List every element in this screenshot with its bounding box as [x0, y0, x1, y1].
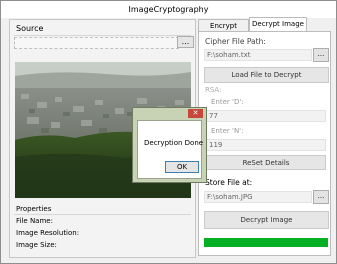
cipher-browse-button[interactable]: ...: [313, 48, 329, 62]
cipher-file-path-label: Cipher File Path:: [205, 37, 266, 46]
dialog-close-button[interactable]: ✕: [188, 109, 203, 118]
app-window: ImageCryptography Source ... Properties …: [0, 0, 337, 264]
reset-details-button[interactable]: ReSet Details: [206, 155, 326, 170]
store-browse-button[interactable]: ...: [313, 190, 329, 204]
tab-decrypt-image[interactable]: Decrypt Image: [249, 17, 307, 31]
source-divider: [14, 35, 191, 36]
enter-n-label: Enter 'N':: [211, 127, 244, 135]
dialog-body: Decryption Done OK: [137, 120, 204, 179]
properties-divider: [14, 214, 191, 215]
decrypt-image-button[interactable]: Decrypt Image: [204, 211, 329, 229]
window-title: ImageCryptography: [128, 5, 209, 14]
decrypt-progress-bar: [204, 238, 328, 247]
source-browse-button[interactable]: ...: [177, 36, 194, 48]
dialog-ok-button[interactable]: OK: [165, 161, 199, 173]
enter-d-label: Enter 'D':: [211, 98, 244, 106]
d-value-input[interactable]: 77: [206, 110, 326, 122]
source-path-input[interactable]: [14, 37, 179, 49]
n-value-input[interactable]: 119: [206, 139, 326, 151]
properties-title: Properties: [16, 205, 52, 213]
store-file-input[interactable]: F:\soham.JPG: [204, 191, 312, 203]
file-name-label: File Name:: [16, 217, 53, 225]
title-bar[interactable]: ImageCryptography: [1, 1, 336, 18]
store-file-label: Store File at:: [205, 178, 253, 187]
image-resolution-label: Image Resolution:: [16, 229, 80, 237]
source-label: Source: [16, 24, 44, 33]
cipher-file-path-input[interactable]: F:\soham.txt: [204, 49, 312, 61]
load-file-button[interactable]: Load File to Decrypt: [204, 67, 329, 83]
tab-encrypt-image[interactable]: Encrypt Image: [198, 19, 249, 43]
close-icon: ✕: [192, 109, 199, 117]
image-size-label: Image Size:: [16, 241, 57, 249]
dialog-message: Decryption Done: [144, 139, 204, 147]
rsa-label: RSA:: [205, 86, 222, 94]
message-dialog: ✕ Decryption Done OK: [132, 107, 207, 183]
decrypt-panel: Cipher File Path: F:\soham.txt ... Load …: [198, 31, 331, 256]
